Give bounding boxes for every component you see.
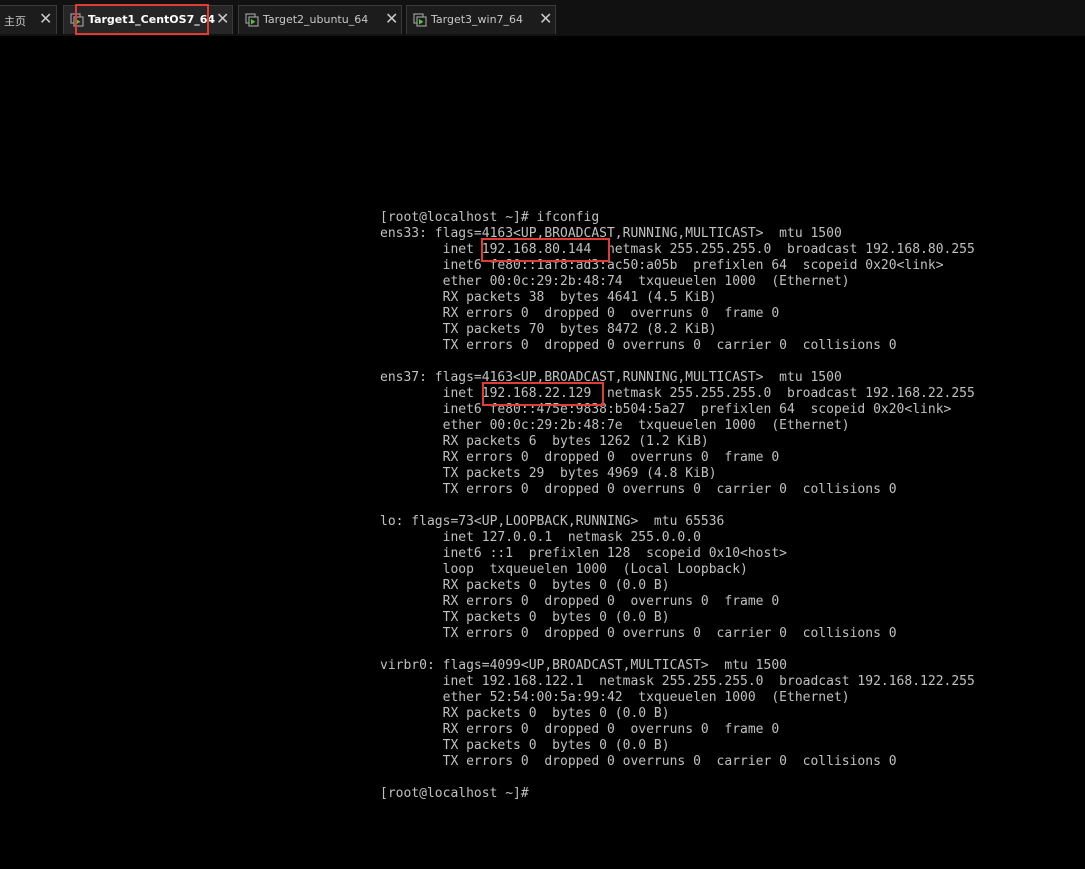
terminal-line: TX errors 0 dropped 0 overruns 0 carrier… bbox=[380, 754, 897, 769]
terminal-line: [root@localhost ~]# ifconfig bbox=[380, 210, 600, 225]
close-icon[interactable]: ✕ bbox=[539, 9, 552, 29]
terminal-line: lo: flags=73<UP,LOOPBACK,RUNNING> mtu 65… bbox=[380, 514, 725, 529]
terminal-line: inet 127.0.0.1 netmask 255.0.0.0 bbox=[380, 530, 701, 545]
tab-home[interactable]: 主页 ✕ bbox=[0, 5, 57, 34]
terminal-line: RX errors 0 dropped 0 overruns 0 frame 0 bbox=[380, 594, 780, 609]
terminal-line: TX packets 0 bytes 0 (0.0 B) bbox=[380, 738, 670, 753]
terminal-line: ether 00:0c:29:2b:48:7e txqueuelen 1000 … bbox=[380, 418, 850, 433]
terminal-line: ether 00:0c:29:2b:48:74 txqueuelen 1000 … bbox=[380, 274, 850, 289]
terminal-line: virbr0: flags=4099<UP,BROADCAST,MULTICAS… bbox=[380, 658, 787, 673]
terminal-line: ens33: flags=4163<UP,BROADCAST,RUNNING,M… bbox=[380, 226, 842, 241]
tab-target3-win7[interactable]: Target3_win7_64 ✕ bbox=[406, 5, 556, 34]
terminal-line: inet 192.168.122.1 netmask 255.255.255.0… bbox=[380, 674, 975, 689]
terminal-line: RX errors 0 dropped 0 overruns 0 frame 0 bbox=[380, 306, 780, 321]
terminal-line: loop txqueuelen 1000 (Local Loopback) bbox=[380, 562, 748, 577]
terminal-line: RX errors 0 dropped 0 overruns 0 frame 0 bbox=[380, 450, 780, 465]
tab-label: 主页 bbox=[4, 15, 26, 28]
tab-label: Target2_ubuntu_64 bbox=[263, 13, 369, 26]
terminal-line: ens37: flags=4163<UP,BROADCAST,RUNNING,M… bbox=[380, 370, 842, 385]
terminal-line: inet 192.168.22.129 netmask 255.255.255.… bbox=[380, 386, 975, 401]
close-icon[interactable]: ✕ bbox=[39, 9, 52, 29]
tab-bar: 主页 ✕ Target1_CentOS7_64 ✕ Target2_ubuntu… bbox=[0, 0, 1085, 36]
terminal-screen[interactable]: [root@localhost ~]# ifconfig ens33: flag… bbox=[0, 36, 1085, 869]
terminal-line: RX packets 38 bytes 4641 (4.5 KiB) bbox=[380, 290, 717, 305]
close-icon[interactable]: ✕ bbox=[385, 9, 398, 29]
terminal-line: inet6 ::1 prefixlen 128 scopeid 0x10<hos… bbox=[380, 546, 787, 561]
tab-target2-ubuntu[interactable]: Target2_ubuntu_64 ✕ bbox=[238, 5, 402, 34]
vm-icon bbox=[413, 13, 427, 27]
terminal-line: TX errors 0 dropped 0 overruns 0 carrier… bbox=[380, 626, 897, 641]
terminal-line: TX packets 29 bytes 4969 (4.8 KiB) bbox=[380, 466, 717, 481]
terminal-line: inet6 fe80::475e:9838:b504:5a27 prefixle… bbox=[380, 402, 952, 417]
terminal-line: inet 192.168.80.144 netmask 255.255.255.… bbox=[380, 242, 975, 257]
terminal-line: TX packets 70 bytes 8472 (8.2 KiB) bbox=[380, 322, 717, 337]
terminal-line: RX packets 0 bytes 0 (0.0 B) bbox=[380, 706, 670, 721]
terminal-line: TX errors 0 dropped 0 overruns 0 carrier… bbox=[380, 482, 897, 497]
terminal-line: RX packets 0 bytes 0 (0.0 B) bbox=[380, 578, 670, 593]
vm-icon bbox=[70, 13, 84, 27]
vm-icon bbox=[245, 13, 259, 27]
terminal-line: RX errors 0 dropped 0 overruns 0 frame 0 bbox=[380, 722, 780, 737]
close-icon[interactable]: ✕ bbox=[216, 9, 229, 29]
tab-label: Target3_win7_64 bbox=[431, 13, 524, 26]
terminal-line: inet6 fe80::1af8:ad3:ac50:a05b prefixlen… bbox=[380, 258, 944, 273]
tab-label: Target1_CentOS7_64 bbox=[88, 13, 216, 26]
terminal-line: TX packets 0 bytes 0 (0.0 B) bbox=[380, 610, 670, 625]
terminal-line: ether 52:54:00:5a:99:42 txqueuelen 1000 … bbox=[380, 690, 850, 705]
terminal-line: [root@localhost ~]# bbox=[380, 786, 529, 801]
tab-target1-centos7[interactable]: Target1_CentOS7_64 ✕ bbox=[63, 5, 233, 34]
terminal-line: RX packets 6 bytes 1262 (1.2 KiB) bbox=[380, 434, 709, 449]
terminal-line: TX errors 0 dropped 0 overruns 0 carrier… bbox=[380, 338, 897, 353]
